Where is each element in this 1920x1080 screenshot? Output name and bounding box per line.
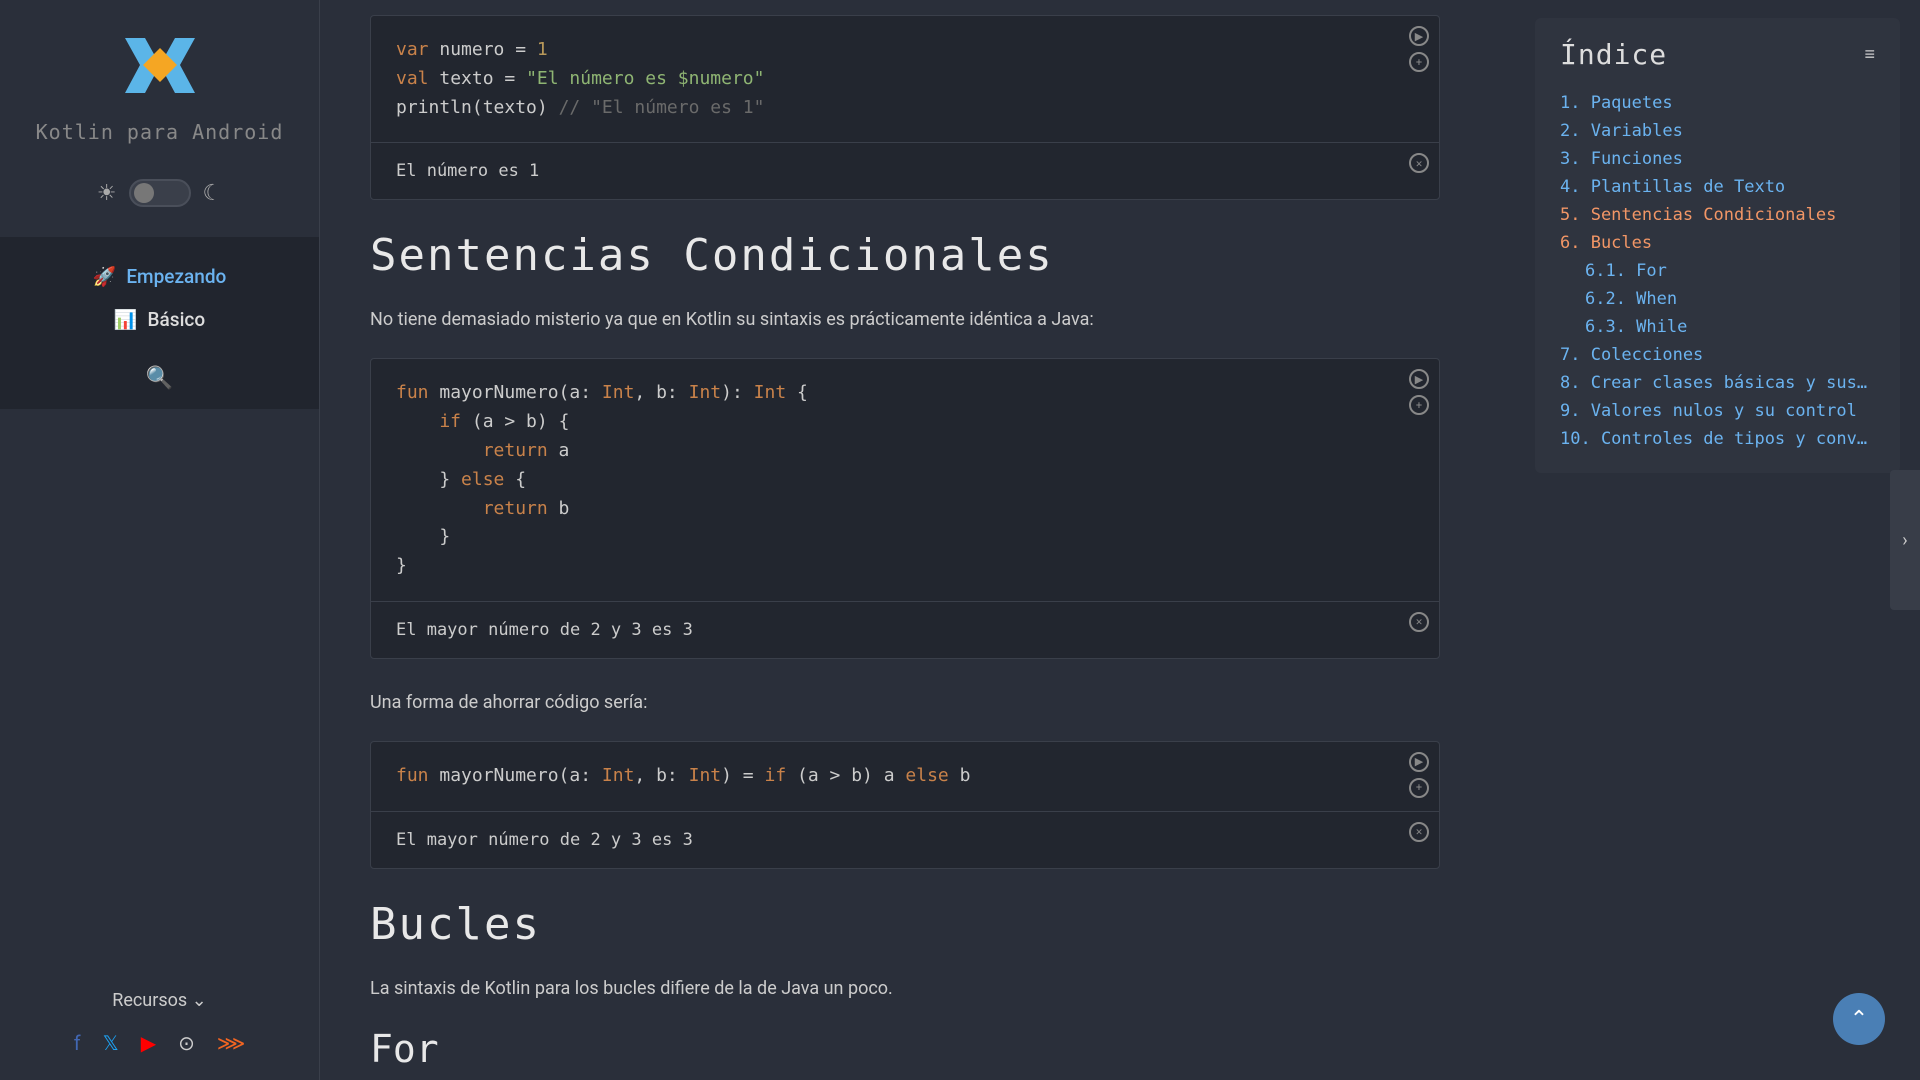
code-content: fun mayorNumero(a: Int, b: Int): Int { i… xyxy=(371,359,1439,601)
close-icon[interactable]: ✕ xyxy=(1409,612,1429,632)
close-icon[interactable]: ✕ xyxy=(1409,153,1429,173)
heading-bucles: Bucles xyxy=(370,899,1440,950)
code-output: El mayor número de 2 y 3 es 3✕ xyxy=(371,601,1439,658)
sidebar: Kotlin para Android ☀ ☾ 🚀 Empezando 📊 Bási… xyxy=(0,0,320,1080)
play-icon[interactable]: ▶ xyxy=(1409,369,1429,389)
code-block-1: ▶ + var numero = 1 val texto = "El númer… xyxy=(370,15,1440,200)
code-actions: ▶ + xyxy=(1409,369,1429,415)
theme-toggle[interactable]: ☀ ☾ xyxy=(97,179,222,207)
toc-title: Índice xyxy=(1560,38,1667,71)
youtube-icon[interactable]: ▶ xyxy=(141,1031,156,1055)
toc-list: 1. Paquetes 2. Variables 3. Funciones 4.… xyxy=(1560,89,1875,453)
code-output: El número es 1✕ xyxy=(371,142,1439,199)
rss-icon[interactable]: ⋙ xyxy=(217,1031,245,1055)
recursos-label: Recursos xyxy=(112,990,187,1011)
toc-subitem[interactable]: 6.1. For xyxy=(1560,257,1875,285)
sun-icon: ☀ xyxy=(97,181,117,206)
main-content: ▶ + var numero = 1 val texto = "El númer… xyxy=(320,0,1500,1080)
toc-item[interactable]: 9. Valores nulos y su control xyxy=(1560,397,1875,425)
twitter-icon[interactable]: 𝕏 xyxy=(103,1031,119,1055)
nav-section: 🚀 Empezando 📊 Básico 🔍 xyxy=(0,237,319,409)
toc-item[interactable]: 10. Controles de tipos y conversiones xyxy=(1560,425,1875,453)
table-of-contents: Índice ≡ 1. Paquetes 2. Variables 3. Fun… xyxy=(1535,18,1900,473)
moon-icon: ☾ xyxy=(203,181,223,206)
code-block-3: ▶ + fun mayorNumero(a: Int, b: Int) = if… xyxy=(370,741,1440,869)
code-content: fun mayorNumero(a: Int, b: Int) = if (a … xyxy=(371,742,1439,811)
toc-item[interactable]: 3. Funciones xyxy=(1560,145,1875,173)
rocket-icon: 🚀 xyxy=(93,265,117,288)
chevron-down-icon: ⌄ xyxy=(192,990,207,1011)
nav-basico[interactable]: 📊 Básico xyxy=(0,298,319,341)
expand-tab[interactable]: › xyxy=(1890,470,1920,610)
paragraph: La sintaxis de Kotlin para los bucles di… xyxy=(370,975,1440,1002)
toc-subitem[interactable]: 6.3. While xyxy=(1560,313,1875,341)
expand-icon[interactable]: + xyxy=(1409,52,1429,72)
nav-empezando[interactable]: 🚀 Empezando xyxy=(0,255,319,298)
heading-for: For xyxy=(370,1027,1440,1071)
heading-sentencias: Sentencias Condicionales xyxy=(370,230,1440,281)
code-output: El mayor número de 2 y 3 es 3✕ xyxy=(371,811,1439,868)
github-icon[interactable]: ⊙ xyxy=(178,1031,195,1055)
toc-item[interactable]: 2. Variables xyxy=(1560,117,1875,145)
expand-icon[interactable]: + xyxy=(1409,778,1429,798)
nav-label: Básico xyxy=(148,308,206,331)
toc-subitem[interactable]: 6.2. When xyxy=(1560,285,1875,313)
paragraph: No tiene demasiado misterio ya que en Ko… xyxy=(370,306,1440,333)
toc-item[interactable]: 1. Paquetes xyxy=(1560,89,1875,117)
toc-item[interactable]: 7. Colecciones xyxy=(1560,341,1875,369)
theme-switch[interactable] xyxy=(129,179,191,207)
scroll-top-button[interactable]: ⌃ xyxy=(1833,993,1885,1045)
nav-label: Empezando xyxy=(126,265,226,288)
close-icon[interactable]: ✕ xyxy=(1409,822,1429,842)
facebook-icon[interactable]: f xyxy=(74,1031,81,1055)
kotlin-logo xyxy=(105,25,215,105)
expand-icon[interactable]: + xyxy=(1409,395,1429,415)
recursos-dropdown[interactable]: Recursos ⌄ xyxy=(0,990,319,1011)
code-actions: ▶ + xyxy=(1409,26,1429,72)
paragraph: Una forma de ahorrar código sería: xyxy=(370,689,1440,716)
code-actions: ▶ + xyxy=(1409,752,1429,798)
toc-item-active[interactable]: 6. Bucles xyxy=(1560,229,1875,257)
sidebar-footer: Recursos ⌄ f 𝕏 ▶ ⊙ ⋙ xyxy=(0,990,319,1055)
code-content: var numero = 1 val texto = "El número es… xyxy=(371,16,1439,142)
search-icon[interactable]: 🔍 xyxy=(0,366,319,391)
play-icon[interactable]: ▶ xyxy=(1409,26,1429,46)
play-icon[interactable]: ▶ xyxy=(1409,752,1429,772)
toc-item[interactable]: 8. Crear clases básicas y sus instancias xyxy=(1560,369,1875,397)
gauge-icon: 📊 xyxy=(114,308,138,331)
toc-collapse-icon[interactable]: ≡ xyxy=(1864,44,1875,65)
social-icons: f 𝕏 ▶ ⊙ ⋙ xyxy=(0,1031,319,1055)
toc-item-active[interactable]: 5. Sentencias Condicionales xyxy=(1560,201,1875,229)
toc-item[interactable]: 4. Plantillas de Texto xyxy=(1560,173,1875,201)
toc-header: Índice ≡ xyxy=(1560,38,1875,71)
code-block-2: ▶ + fun mayorNumero(a: Int, b: Int): Int… xyxy=(370,358,1440,659)
site-title: Kotlin para Android xyxy=(36,120,284,144)
